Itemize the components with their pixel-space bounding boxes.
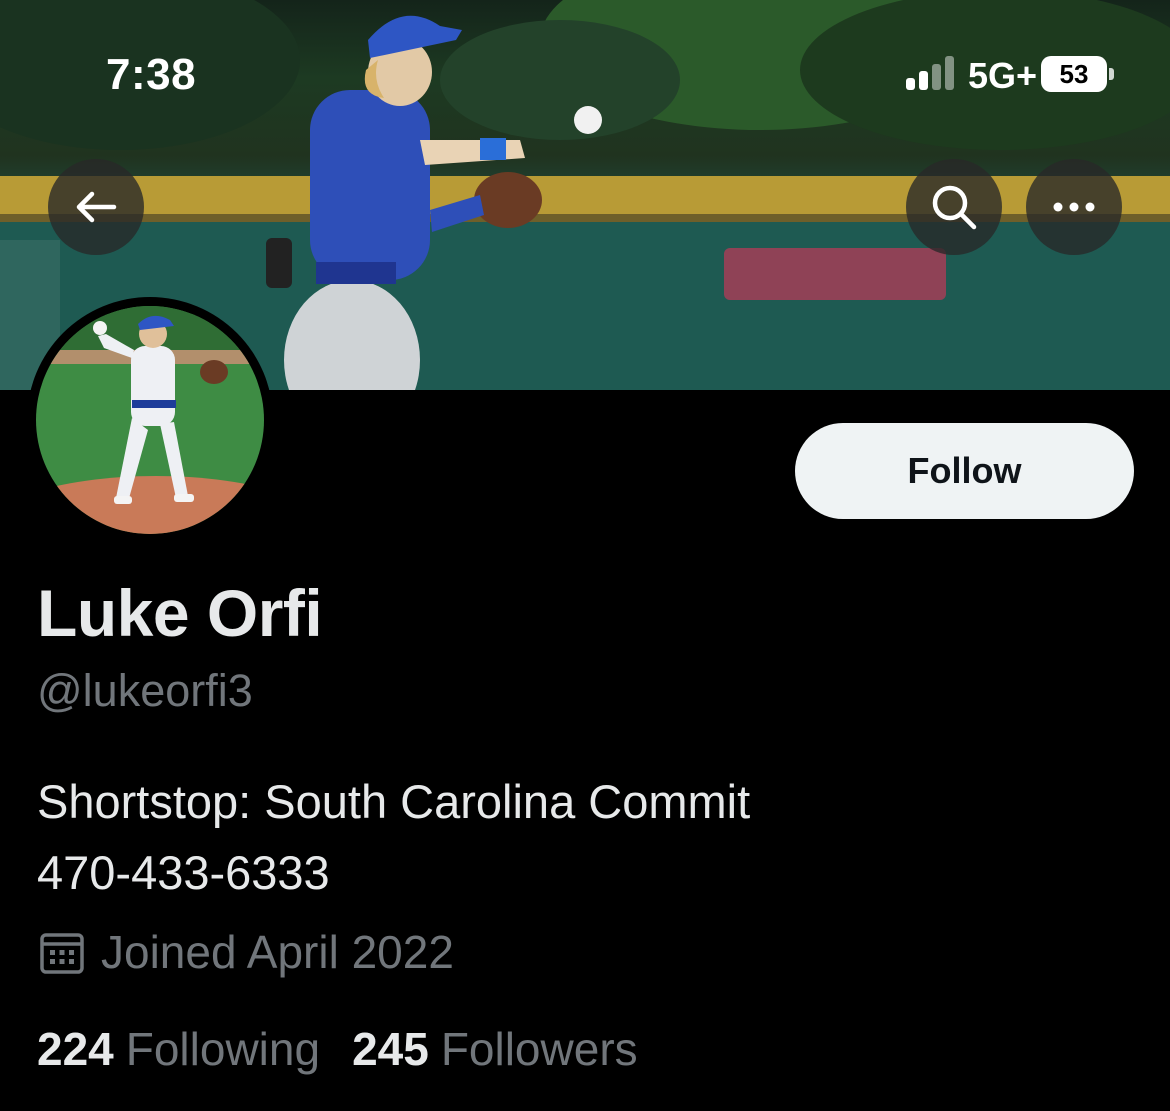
more-options-button[interactable] xyxy=(1026,159,1122,255)
followers-label: Followers xyxy=(440,1023,638,1075)
avatar-photo xyxy=(36,306,264,534)
bio: Shortstop: South Carolina Commit 470-433… xyxy=(37,766,750,908)
more-horizontal-icon xyxy=(1053,202,1095,212)
battery-level: 53 xyxy=(1041,56,1107,92)
joined-text: Joined April 2022 xyxy=(101,926,454,978)
bio-line: Shortstop: South Carolina Commit xyxy=(37,775,751,828)
search-button[interactable] xyxy=(906,159,1002,255)
search-icon xyxy=(932,185,977,230)
cellular-signal-icon xyxy=(906,56,962,90)
follow-stats: 224 Following 245 Followers xyxy=(37,1022,670,1076)
followers-count: 245 xyxy=(352,1023,429,1075)
joined-date: Joined April 2022 xyxy=(37,925,454,979)
following-count: 224 xyxy=(37,1023,114,1075)
bio-phone[interactable]: 470-433-6333 xyxy=(37,837,750,908)
battery-tip xyxy=(1109,68,1114,80)
arrow-left-icon xyxy=(76,191,117,223)
following-label: Following xyxy=(125,1023,321,1075)
avatar[interactable] xyxy=(27,297,273,543)
followers-link[interactable]: 245 Followers xyxy=(352,1022,638,1076)
network-type: 5G+ xyxy=(968,55,1038,96)
display-name: Luke Orfi xyxy=(37,576,323,650)
back-button[interactable] xyxy=(48,159,144,255)
username-handle: @lukeorfi3 xyxy=(37,665,253,716)
following-link[interactable]: 224 Following xyxy=(37,1022,320,1076)
status-time: 7:38 xyxy=(106,50,197,99)
calendar-icon xyxy=(40,933,84,974)
follow-button[interactable]: Follow xyxy=(795,423,1134,519)
